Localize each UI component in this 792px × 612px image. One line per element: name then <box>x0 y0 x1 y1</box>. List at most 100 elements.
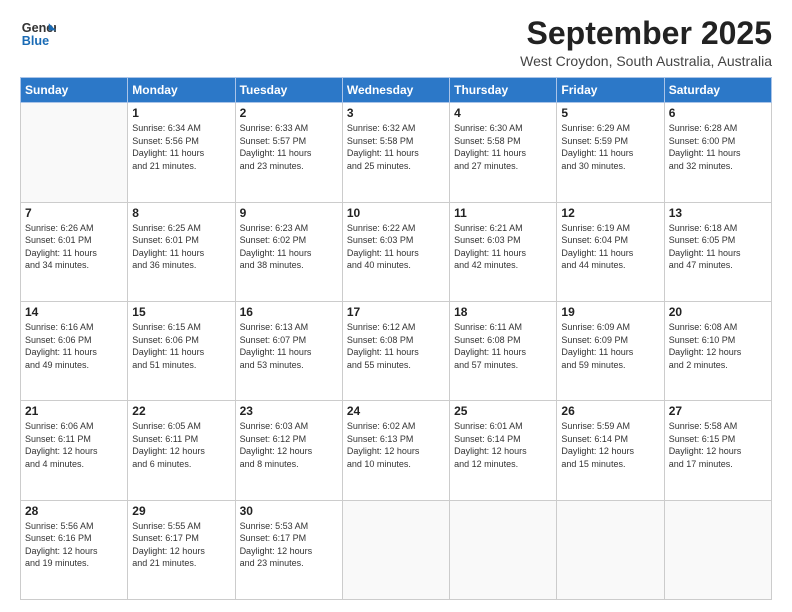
day-info: Sunrise: 6:12 AM Sunset: 6:08 PM Dayligh… <box>347 321 445 371</box>
table-row: 3 Sunrise: 6:32 AM Sunset: 5:58 PM Daylig… <box>342 103 449 202</box>
day-number: 29 <box>132 504 230 518</box>
table-row: 25 Sunrise: 6:01 AM Sunset: 6:14 PM Dayli… <box>450 401 557 500</box>
day-number: 15 <box>132 305 230 319</box>
table-row: 15 Sunrise: 6:15 AM Sunset: 6:06 PM Dayli… <box>128 301 235 400</box>
day-info: Sunrise: 6:19 AM Sunset: 6:04 PM Dayligh… <box>561 222 659 272</box>
day-info: Sunrise: 6:13 AM Sunset: 6:07 PM Dayligh… <box>240 321 338 371</box>
calendar-header-row: Sunday Monday Tuesday Wednesday Thursday… <box>21 78 772 103</box>
day-number: 10 <box>347 206 445 220</box>
table-row <box>342 500 449 599</box>
table-row: 29 Sunrise: 5:55 AM Sunset: 6:17 PM Dayli… <box>128 500 235 599</box>
day-number: 30 <box>240 504 338 518</box>
day-number: 17 <box>347 305 445 319</box>
day-info: Sunrise: 5:59 AM Sunset: 6:14 PM Dayligh… <box>561 420 659 470</box>
day-number: 20 <box>669 305 767 319</box>
logo: General Blue <box>20 16 60 52</box>
table-row: 17 Sunrise: 6:12 AM Sunset: 6:08 PM Dayli… <box>342 301 449 400</box>
day-number: 6 <box>669 106 767 120</box>
header: General Blue September 2025 West Croydon… <box>20 16 772 69</box>
day-info: Sunrise: 6:02 AM Sunset: 6:13 PM Dayligh… <box>347 420 445 470</box>
day-number: 3 <box>347 106 445 120</box>
table-row: 14 Sunrise: 6:16 AM Sunset: 6:06 PM Dayli… <box>21 301 128 400</box>
day-number: 19 <box>561 305 659 319</box>
day-number: 13 <box>669 206 767 220</box>
day-number: 4 <box>454 106 552 120</box>
day-number: 24 <box>347 404 445 418</box>
day-info: Sunrise: 6:11 AM Sunset: 6:08 PM Dayligh… <box>454 321 552 371</box>
day-number: 21 <box>25 404 123 418</box>
day-info: Sunrise: 5:58 AM Sunset: 6:15 PM Dayligh… <box>669 420 767 470</box>
table-row: 18 Sunrise: 6:11 AM Sunset: 6:08 PM Dayli… <box>450 301 557 400</box>
day-number: 16 <box>240 305 338 319</box>
calendar-week-row: 14 Sunrise: 6:16 AM Sunset: 6:06 PM Dayli… <box>21 301 772 400</box>
day-number: 8 <box>132 206 230 220</box>
day-info: Sunrise: 6:08 AM Sunset: 6:10 PM Dayligh… <box>669 321 767 371</box>
day-info: Sunrise: 6:16 AM Sunset: 6:06 PM Dayligh… <box>25 321 123 371</box>
table-row <box>21 103 128 202</box>
table-row: 24 Sunrise: 6:02 AM Sunset: 6:13 PM Dayli… <box>342 401 449 500</box>
day-info: Sunrise: 6:33 AM Sunset: 5:57 PM Dayligh… <box>240 122 338 172</box>
day-info: Sunrise: 6:09 AM Sunset: 6:09 PM Dayligh… <box>561 321 659 371</box>
table-row: 26Sunrise: 5:59 AM Sunset: 6:14 PM Dayli… <box>557 401 664 500</box>
table-row: 10 Sunrise: 6:22 AM Sunset: 6:03 PM Dayli… <box>342 202 449 301</box>
table-row: 28Sunrise: 5:56 AM Sunset: 6:16 PM Dayli… <box>21 500 128 599</box>
table-row: 16 Sunrise: 6:13 AM Sunset: 6:07 PM Dayli… <box>235 301 342 400</box>
table-row: 13 Sunrise: 6:18 AM Sunset: 6:05 PM Dayli… <box>664 202 771 301</box>
table-row: 9 Sunrise: 6:23 AM Sunset: 6:02 PM Daylig… <box>235 202 342 301</box>
table-row: 5 Sunrise: 6:29 AM Sunset: 5:59 PM Daylig… <box>557 103 664 202</box>
table-row: 8Sunrise: 6:25 AM Sunset: 6:01 PM Daylig… <box>128 202 235 301</box>
day-number: 2 <box>240 106 338 120</box>
day-number: 12 <box>561 206 659 220</box>
calendar-week-row: 28Sunrise: 5:56 AM Sunset: 6:16 PM Dayli… <box>21 500 772 599</box>
day-info: Sunrise: 6:29 AM Sunset: 5:59 PM Dayligh… <box>561 122 659 172</box>
day-info: Sunrise: 6:21 AM Sunset: 6:03 PM Dayligh… <box>454 222 552 272</box>
day-info: Sunrise: 6:01 AM Sunset: 6:14 PM Dayligh… <box>454 420 552 470</box>
day-number: 9 <box>240 206 338 220</box>
table-row: 27 Sunrise: 5:58 AM Sunset: 6:15 PM Dayli… <box>664 401 771 500</box>
col-tuesday: Tuesday <box>235 78 342 103</box>
day-info: Sunrise: 5:55 AM Sunset: 6:17 PM Dayligh… <box>132 520 230 570</box>
day-number: 18 <box>454 305 552 319</box>
table-row: 7Sunrise: 6:26 AM Sunset: 6:01 PM Daylig… <box>21 202 128 301</box>
col-saturday: Saturday <box>664 78 771 103</box>
svg-text:Blue: Blue <box>22 34 49 48</box>
day-info: Sunrise: 6:22 AM Sunset: 6:03 PM Dayligh… <box>347 222 445 272</box>
table-row: 20 Sunrise: 6:08 AM Sunset: 6:10 PM Dayli… <box>664 301 771 400</box>
col-friday: Friday <box>557 78 664 103</box>
col-thursday: Thursday <box>450 78 557 103</box>
table-row: 12 Sunrise: 6:19 AM Sunset: 6:04 PM Dayli… <box>557 202 664 301</box>
day-info: Sunrise: 6:23 AM Sunset: 6:02 PM Dayligh… <box>240 222 338 272</box>
day-info: Sunrise: 6:32 AM Sunset: 5:58 PM Dayligh… <box>347 122 445 172</box>
table-row: 11 Sunrise: 6:21 AM Sunset: 6:03 PM Dayli… <box>450 202 557 301</box>
page: General Blue September 2025 West Croydon… <box>0 0 792 612</box>
calendar-table: Sunday Monday Tuesday Wednesday Thursday… <box>20 77 772 600</box>
day-info: Sunrise: 6:34 AM Sunset: 5:56 PM Dayligh… <box>132 122 230 172</box>
location-subtitle: West Croydon, South Australia, Australia <box>520 53 772 69</box>
day-number: 1 <box>132 106 230 120</box>
table-row: 30Sunrise: 5:53 AM Sunset: 6:17 PM Dayli… <box>235 500 342 599</box>
day-number: 27 <box>669 404 767 418</box>
table-row: 22Sunrise: 6:05 AM Sunset: 6:11 PM Dayli… <box>128 401 235 500</box>
calendar-week-row: 7Sunrise: 6:26 AM Sunset: 6:01 PM Daylig… <box>21 202 772 301</box>
calendar-week-row: 1 Sunrise: 6:34 AM Sunset: 5:56 PM Daylig… <box>21 103 772 202</box>
table-row <box>450 500 557 599</box>
day-number: 5 <box>561 106 659 120</box>
table-row <box>557 500 664 599</box>
table-row: 1 Sunrise: 6:34 AM Sunset: 5:56 PM Daylig… <box>128 103 235 202</box>
logo-icon: General Blue <box>20 16 56 52</box>
day-number: 25 <box>454 404 552 418</box>
day-number: 11 <box>454 206 552 220</box>
title-section: September 2025 West Croydon, South Austr… <box>520 16 772 69</box>
table-row: 19 Sunrise: 6:09 AM Sunset: 6:09 PM Dayli… <box>557 301 664 400</box>
day-info: Sunrise: 6:30 AM Sunset: 5:58 PM Dayligh… <box>454 122 552 172</box>
table-row: 23Sunrise: 6:03 AM Sunset: 6:12 PM Dayli… <box>235 401 342 500</box>
day-info: Sunrise: 6:15 AM Sunset: 6:06 PM Dayligh… <box>132 321 230 371</box>
day-number: 22 <box>132 404 230 418</box>
day-number: 14 <box>25 305 123 319</box>
day-number: 23 <box>240 404 338 418</box>
col-monday: Monday <box>128 78 235 103</box>
col-wednesday: Wednesday <box>342 78 449 103</box>
day-info: Sunrise: 6:18 AM Sunset: 6:05 PM Dayligh… <box>669 222 767 272</box>
table-row: 4 Sunrise: 6:30 AM Sunset: 5:58 PM Daylig… <box>450 103 557 202</box>
day-number: 7 <box>25 206 123 220</box>
